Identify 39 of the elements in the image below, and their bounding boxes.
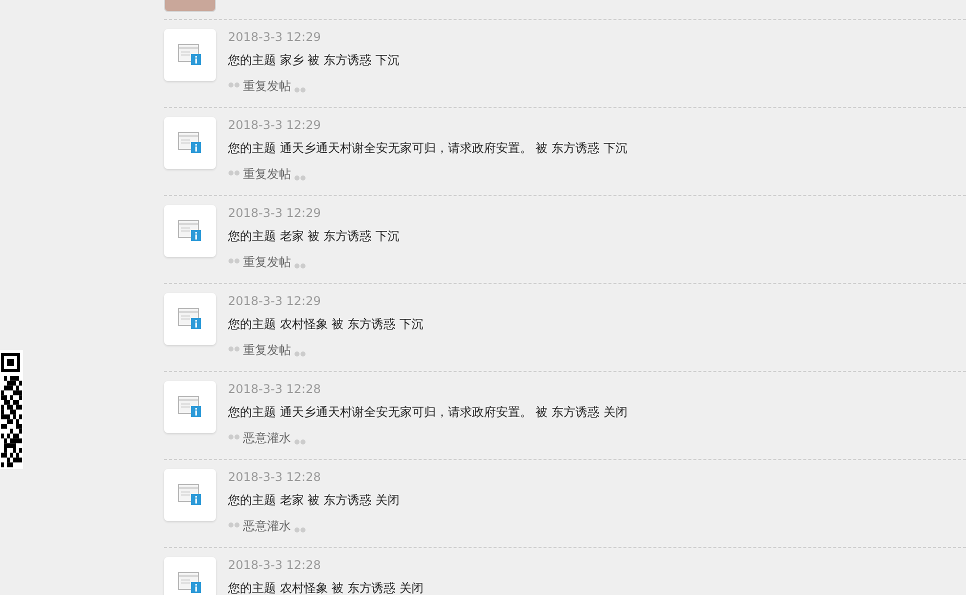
notice-message: 您的主题 农村怪象 被 东方诱惑 下沉 — [228, 316, 424, 332]
open-quote-icon — [228, 80, 240, 88]
notice-icon — [164, 205, 216, 257]
notice-icon — [164, 293, 216, 345]
notice-reason: 恶意灌水 — [243, 430, 291, 446]
notice-time: 2018-3-3 12:29 — [228, 29, 322, 45]
notice-message: 您的主题 老家 被 东方诱惑 关闭 — [228, 492, 400, 508]
notice-icon — [164, 469, 216, 521]
notice-reason: 重复发帖 — [243, 166, 291, 182]
notice-reason: 重复发帖 — [243, 78, 291, 94]
notice-reason: 重复发帖 — [243, 254, 291, 270]
notice-icon — [164, 29, 216, 81]
notice-time: 2018-3-3 12:29 — [228, 117, 322, 133]
open-quote-icon — [228, 256, 240, 264]
notice-icon — [164, 557, 216, 595]
notice-time: 2018-3-3 12:29 — [228, 293, 322, 309]
notice-icon — [164, 117, 216, 169]
open-quote-icon — [228, 168, 240, 176]
notice-icon — [164, 381, 216, 433]
close-quote-icon — [294, 437, 306, 445]
notice-reason: 重复发帖 — [243, 342, 291, 358]
notice-message: 您的主题 家乡 被 东方诱惑 下沉 — [228, 52, 400, 68]
close-quote-icon — [294, 349, 306, 357]
notice-message: 您的主题 老家 被 东方诱惑 下沉 — [228, 228, 400, 244]
close-quote-icon — [294, 85, 306, 93]
notice-message: 您的主题 通天乡通天村谢全安无家可归，请求政府安置。 被 东方诱惑 下沉 — [228, 140, 628, 156]
notice-message: 您的主题 通天乡通天村谢全安无家可归，请求政府安置。 被 东方诱惑 关闭 — [228, 404, 628, 420]
close-quote-icon — [294, 261, 306, 269]
open-quote-icon — [228, 344, 240, 352]
notice-reason: 恶意灌水 — [243, 518, 291, 534]
close-quote-icon — [294, 173, 306, 181]
notice-time: 2018-3-3 12:28 — [228, 469, 322, 485]
notice-time: 2018-3-3 12:28 — [228, 557, 322, 573]
open-quote-icon — [228, 432, 240, 440]
notice-time: 2018-3-3 12:28 — [228, 381, 322, 397]
close-quote-icon — [294, 525, 306, 533]
notice-time: 2018-3-3 12:29 — [228, 205, 322, 221]
notice-message: 您的主题 农村怪象 被 东方诱惑 关闭 — [228, 580, 424, 595]
open-quote-icon — [228, 520, 240, 528]
